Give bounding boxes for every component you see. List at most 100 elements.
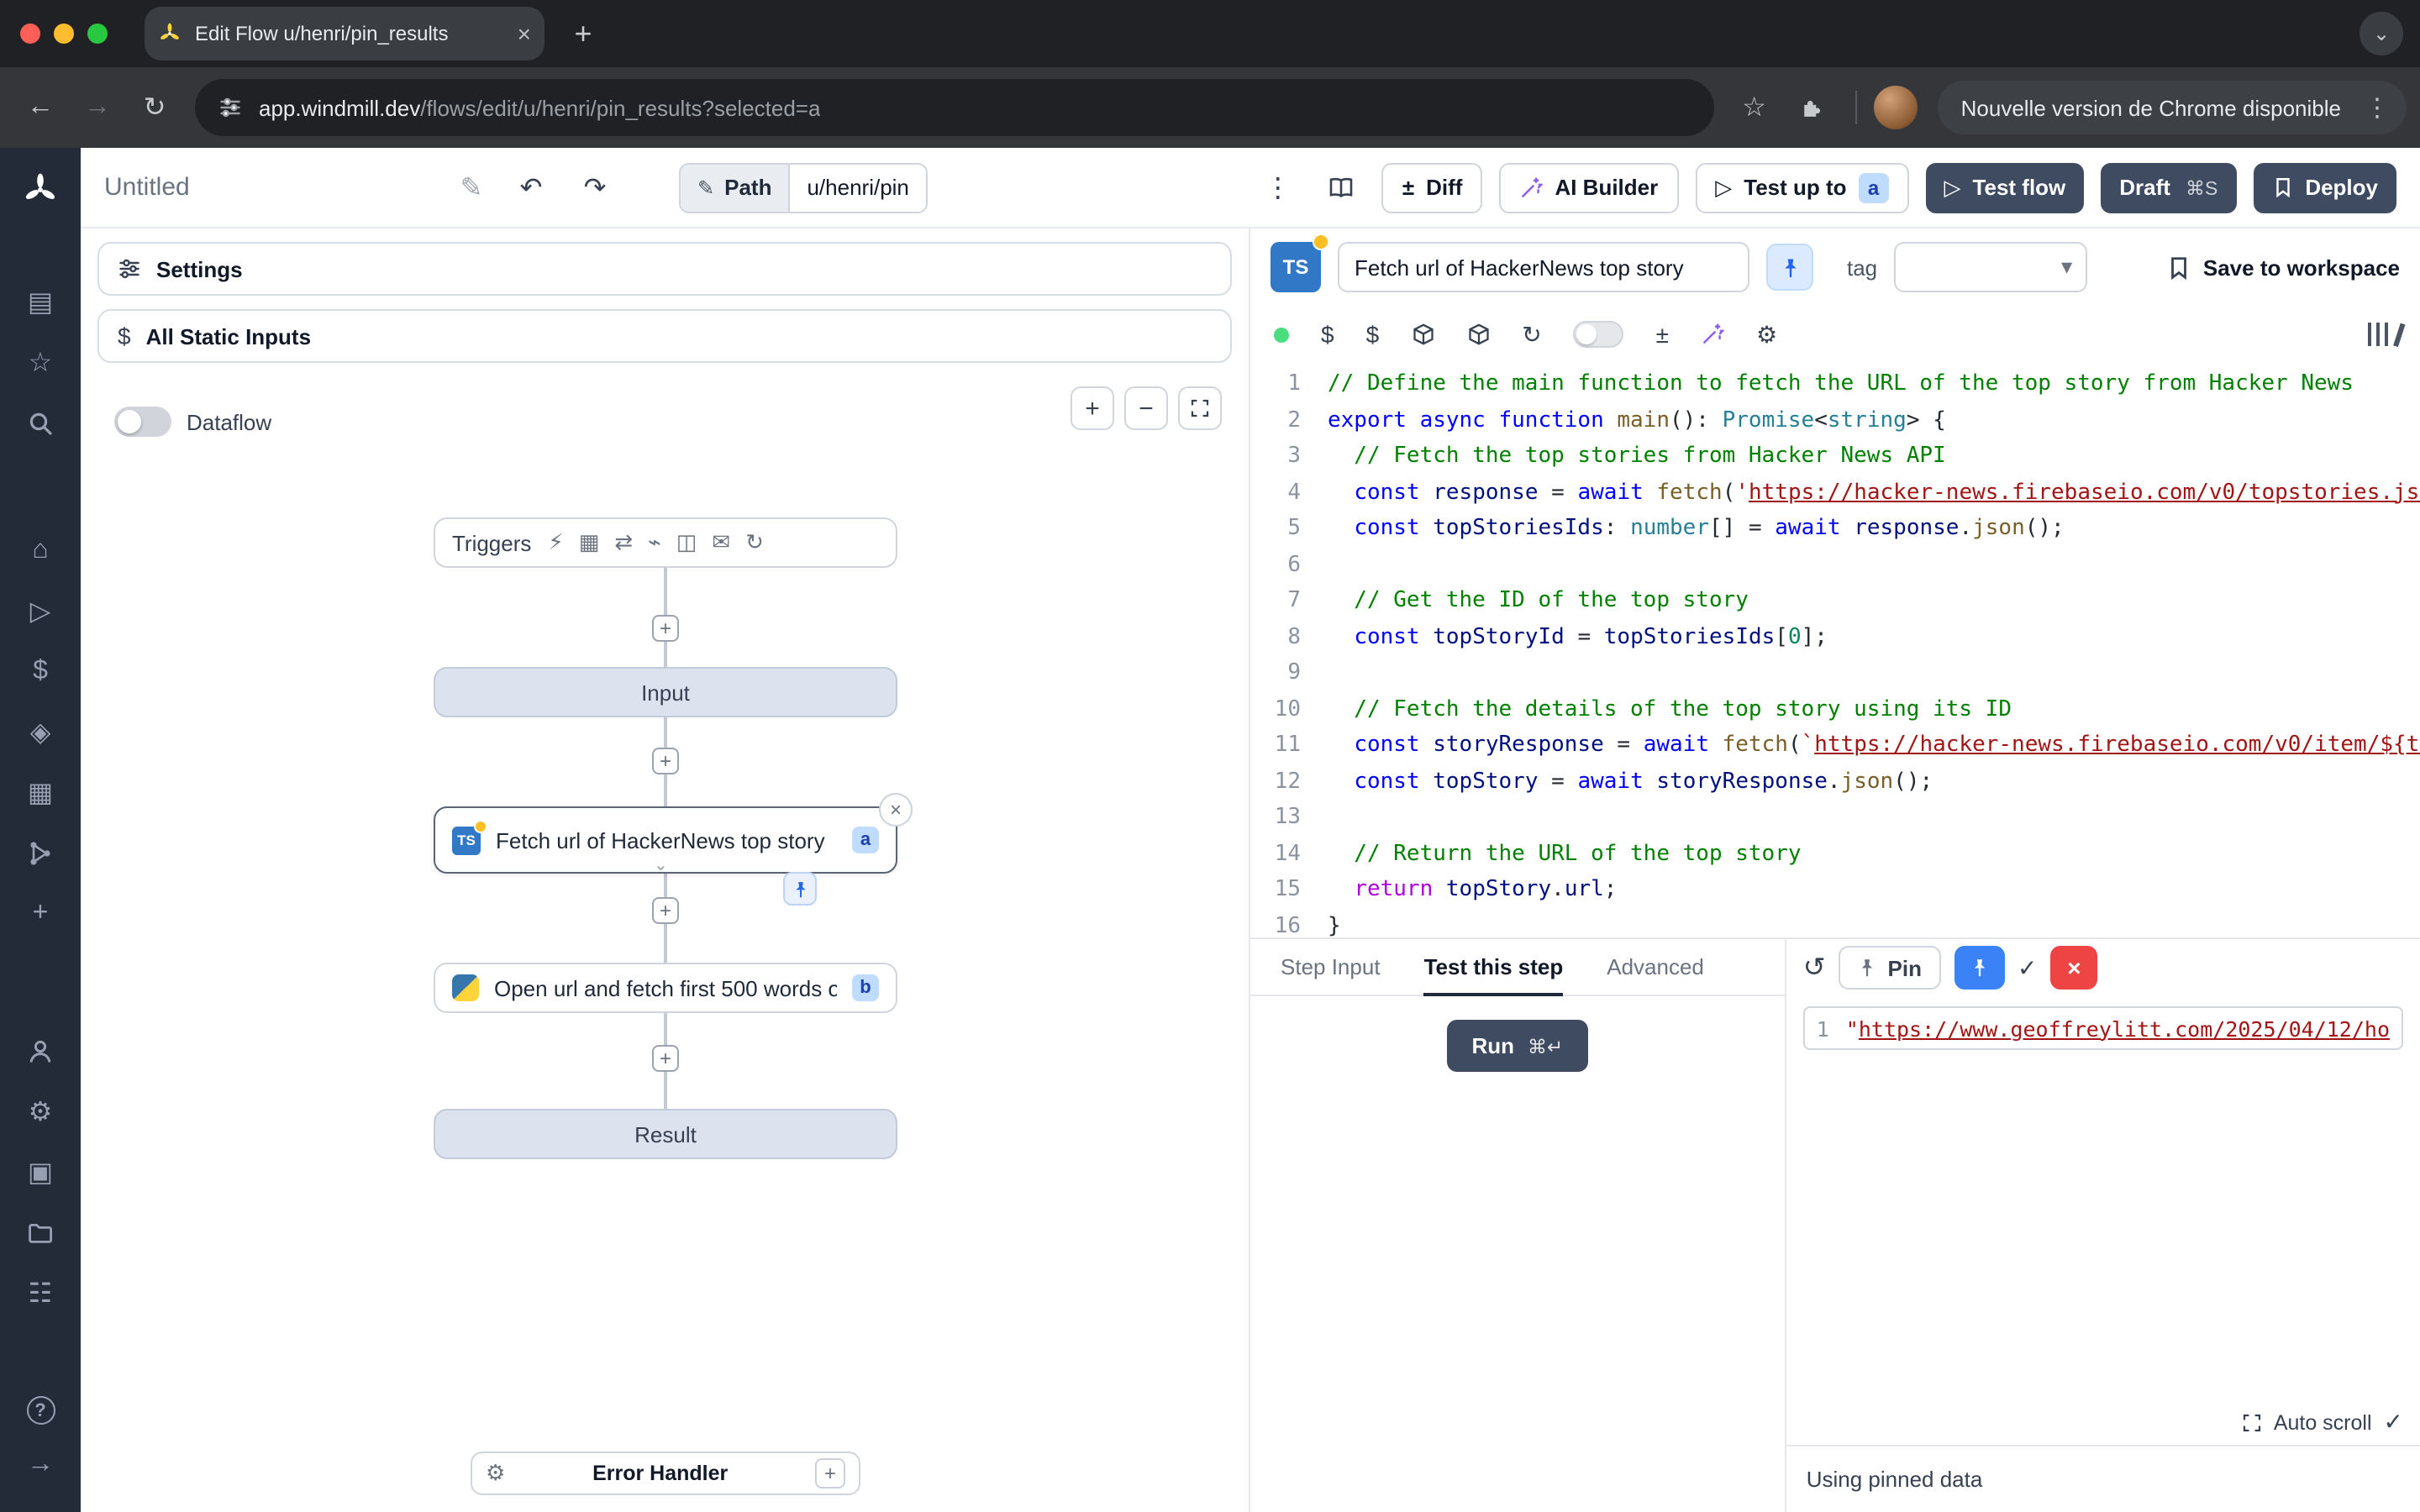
workers-icon[interactable]: ▣ xyxy=(20,1152,60,1193)
extensions-puzzle-icon[interactable] xyxy=(1785,81,1839,134)
resources-icon[interactable]: ◈ xyxy=(20,712,60,753)
help-icon[interactable]: ? xyxy=(26,1396,55,1425)
tab-search-chevron-icon[interactable]: ⌄ xyxy=(2360,12,2403,55)
email-icon[interactable]: ✉ xyxy=(712,529,730,556)
path-value[interactable]: u/henri/pin xyxy=(788,164,925,211)
add-step-button-1[interactable]: + xyxy=(652,615,679,642)
add-step-button-3[interactable]: + xyxy=(652,897,679,924)
collapse-step-chevron-icon[interactable]: ⌄ xyxy=(654,857,668,875)
apps-grid-icon[interactable]: ☷ xyxy=(20,1273,60,1314)
flows-icon[interactable] xyxy=(20,833,60,874)
draft-button[interactable]: Draft ⌘S xyxy=(2101,162,2236,213)
flow-settings-row[interactable]: Settings xyxy=(97,242,1232,296)
maximize-window-button[interactable] xyxy=(87,24,108,44)
auto-scroll-check-icon[interactable]: ✓ xyxy=(2384,1408,2403,1436)
add-step-button-2[interactable]: + xyxy=(652,748,679,774)
schedule-icon[interactable]: ▦ xyxy=(579,529,600,556)
step-node-b[interactable]: Open url and fetch first 500 words of ..… xyxy=(434,963,897,1013)
back-button[interactable]: ← xyxy=(13,81,67,134)
zoom-out-button[interactable]: − xyxy=(1124,386,1168,430)
static-inputs-icon[interactable]: $ xyxy=(1321,321,1334,348)
runs-icon[interactable]: ▷ xyxy=(20,591,60,632)
schedules-icon[interactable]: ▦ xyxy=(20,773,60,813)
tab-advanced[interactable]: Advanced xyxy=(1607,939,1704,995)
deploy-button[interactable]: Deploy xyxy=(2253,162,2396,213)
kafka-icon[interactable]: ↻ xyxy=(745,529,764,556)
user-icon[interactable] xyxy=(20,1032,60,1072)
step-title-input[interactable] xyxy=(1338,242,1749,292)
dataflow-toggle[interactable] xyxy=(114,407,171,437)
pin-step-button[interactable] xyxy=(1766,244,1813,291)
add-step-button-4[interactable]: + xyxy=(652,1045,679,1072)
new-tab-button[interactable]: + xyxy=(561,12,605,55)
redo-button[interactable]: ↷ xyxy=(571,164,618,211)
history-icon[interactable]: ↺ xyxy=(1803,951,1826,984)
http-route-icon[interactable]: ⇄ xyxy=(614,529,633,556)
variables-picker-icon[interactable]: $ xyxy=(1366,321,1380,348)
library-icon[interactable] xyxy=(2367,323,2396,346)
zoom-in-button[interactable]: + xyxy=(1071,386,1114,430)
browser-tab[interactable]: Edit Flow u/henri/pin_results × xyxy=(145,7,544,60)
profile-avatar[interactable] xyxy=(1874,86,1918,129)
undo-button[interactable]: ↶ xyxy=(508,164,555,211)
triggers-node[interactable]: Triggers ⚡▦⇄⌁◫✉↻ xyxy=(434,517,897,568)
bookmark-star-icon[interactable]: ☆ xyxy=(1728,81,1781,134)
settings-icon[interactable]: ⚙ xyxy=(20,1092,60,1132)
editor-settings-gear-icon[interactable]: ⚙ xyxy=(1756,320,1777,349)
clear-pin-button[interactable]: × xyxy=(2050,946,2097,990)
address-bar[interactable]: app.windmill.dev/flows/edit/u/henri/pin_… xyxy=(195,79,1714,136)
pin-data-button[interactable]: Pin xyxy=(1839,946,1940,990)
diff-button[interactable]: ± Diff xyxy=(1382,162,1483,213)
pinned-result-editor[interactable]: 1 "https://www.geoffreylitt.com/2025/04/… xyxy=(1803,1006,2403,1050)
forward-button[interactable]: → xyxy=(71,81,124,134)
tab-test-this-step[interactable]: Test this step xyxy=(1424,939,1564,995)
input-node[interactable]: Input xyxy=(434,667,897,717)
docs-book-icon[interactable] xyxy=(1318,164,1365,211)
search-icon[interactable] xyxy=(20,403,60,444)
tab-step-input[interactable]: Step Input xyxy=(1281,939,1381,995)
test-flow-button[interactable]: ▷ Test flow xyxy=(1926,162,2085,213)
runs-list-icon[interactable]: ▤ xyxy=(20,282,60,323)
path-control[interactable]: ✎ Path u/henri/pin xyxy=(679,162,928,213)
flow-canvas[interactable]: Dataflow + − Triggers ⚡▦⇄⌁◫✉↻ + Input + … xyxy=(81,363,1249,1512)
chrome-update-button[interactable]: Nouvelle version de Chrome disponible ⋮ xyxy=(1938,81,2407,134)
dependencies-package-icon[interactable] xyxy=(1466,323,1490,346)
flow-name-input[interactable] xyxy=(104,173,439,202)
add-icon[interactable]: + xyxy=(20,894,60,934)
remove-step-button[interactable]: × xyxy=(879,793,913,827)
site-settings-icon[interactable] xyxy=(218,96,242,119)
flow-name-field[interactable]: ✎ xyxy=(104,164,491,211)
tag-select[interactable]: ▾ xyxy=(1894,242,2087,292)
collapse-sidebar-icon[interactable]: → xyxy=(20,1445,60,1485)
ai-builder-button[interactable]: AI Builder xyxy=(1499,162,1678,213)
code-lines[interactable]: // Define the main function to fetch the… xyxy=(1328,366,2420,937)
resources-package-icon[interactable] xyxy=(1411,323,1434,346)
tab-close-icon[interactable]: × xyxy=(518,20,531,47)
error-handler-node[interactable]: ⚙ Error Handler + xyxy=(471,1452,860,1495)
test-up-to-step-badge[interactable]: a xyxy=(1859,172,1889,202)
run-button[interactable]: Run ⌘↵ xyxy=(1446,1020,1588,1072)
fit-view-button[interactable] xyxy=(1178,386,1222,430)
favorites-icon[interactable]: ☆ xyxy=(20,343,60,383)
all-static-inputs-row[interactable]: $ All Static Inputs xyxy=(97,309,1232,363)
close-window-button[interactable] xyxy=(20,24,40,44)
browser-menu-kebab-icon[interactable]: ⋮ xyxy=(2358,92,2396,123)
add-error-handler-button[interactable]: + xyxy=(815,1458,845,1488)
accept-check-icon[interactable]: ✓ xyxy=(2018,953,2037,982)
expand-icon[interactable] xyxy=(2242,1412,2262,1432)
ai-assist-wand-icon[interactable] xyxy=(1701,323,1724,346)
result-node[interactable]: Result xyxy=(434,1109,897,1159)
websocket-icon[interactable]: ⌁ xyxy=(648,529,661,556)
windmill-logo-icon[interactable] xyxy=(22,171,59,208)
reset-code-icon[interactable]: ↻ xyxy=(1522,320,1541,349)
postgres-icon[interactable]: ◫ xyxy=(676,529,697,556)
webhook-icon[interactable]: ⚡ xyxy=(548,529,563,556)
home-icon[interactable]: ⌂ xyxy=(20,531,60,571)
folders-icon[interactable] xyxy=(20,1213,60,1253)
save-to-workspace-button[interactable]: Save to workspace xyxy=(2166,255,2400,280)
pinned-active-button[interactable] xyxy=(1954,946,2004,990)
diff-mode-toggle[interactable] xyxy=(1574,321,1624,348)
diff-icon[interactable]: ± xyxy=(1656,321,1669,348)
reload-button[interactable]: ↻ xyxy=(128,81,182,134)
minimize-window-button[interactable] xyxy=(54,24,74,44)
